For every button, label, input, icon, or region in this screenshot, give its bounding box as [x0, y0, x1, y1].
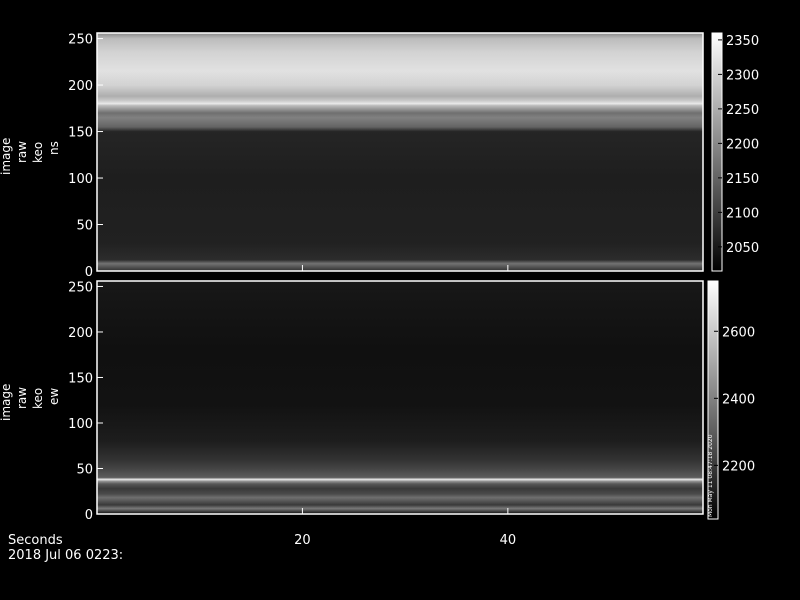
colorbar-tick-label: 2350 [726, 34, 759, 49]
ytick-label: 250 [68, 33, 93, 48]
ytick-label: 100 [68, 417, 93, 432]
ylabel-ns-0: image [0, 138, 13, 175]
heatmap-ns [97, 33, 703, 271]
ylabel-ew-0: image [0, 384, 13, 421]
colorbar-tick-label: 2300 [726, 68, 759, 83]
ytick-label: 100 [68, 172, 93, 187]
ytick-label: 150 [68, 126, 93, 141]
ylabel-ew-3: ew [47, 388, 61, 405]
ylabel-ew-2: keo [31, 388, 45, 409]
colorbar-ticks-ew: 2200 2400 2600 [714, 325, 755, 474]
colorbar-ns [711, 32, 723, 272]
ytick-label: 0 [85, 265, 93, 280]
colorbar-tick-label: 2200 [726, 137, 759, 152]
xtick-label: 40 [500, 533, 517, 548]
colorbar-tick-label: 2100 [726, 206, 759, 221]
colorbar-annotation-ew: Mon May 11 08:47:18 2020 [707, 434, 714, 517]
xaxis-label: Seconds [8, 533, 63, 548]
keogram-figure: 050100150200250 205021002150220022502300… [0, 32, 759, 563]
ylabel-ns-3: ns [47, 141, 61, 155]
ytick-label: 0 [85, 508, 93, 523]
heatmap-ew [97, 281, 703, 514]
ylabel-ns-2: keo [31, 142, 45, 163]
colorbar-tick-label: 2250 [726, 103, 759, 118]
ytick-label: 250 [68, 280, 93, 295]
date-label: 2018 Jul 06 0223: [8, 548, 123, 563]
panel-ew: 0 50 100 150 200 250 20 40 2200 2400 2600 Mon Ma… [68, 280, 755, 548]
panel-ns: 0 50 100 150 200 250 2050 2100 2150 2200 2250 2300… [68, 32, 759, 280]
colorbar-tick-label: 2600 [722, 325, 755, 340]
ytick-label: 50 [76, 462, 93, 477]
ylabel-ew-1: raw [15, 387, 29, 409]
colorbar-tick-label: 2050 [726, 241, 759, 256]
ytick-label: 200 [68, 79, 93, 94]
colorbar-tick-label: 2150 [726, 172, 759, 187]
ytick-label: 50 [76, 219, 93, 234]
ytick-label: 150 [68, 371, 93, 386]
ytick-label: 200 [68, 326, 93, 341]
colorbar-ticks-ns: 2050 2100 2150 2200 2250 2300 2350 [718, 34, 759, 256]
xtick-label: 20 [294, 533, 311, 548]
colorbar-tick-label: 2400 [722, 392, 755, 407]
ylabel-ns-1: raw [15, 141, 29, 163]
colorbar-tick-label: 2200 [722, 459, 755, 474]
